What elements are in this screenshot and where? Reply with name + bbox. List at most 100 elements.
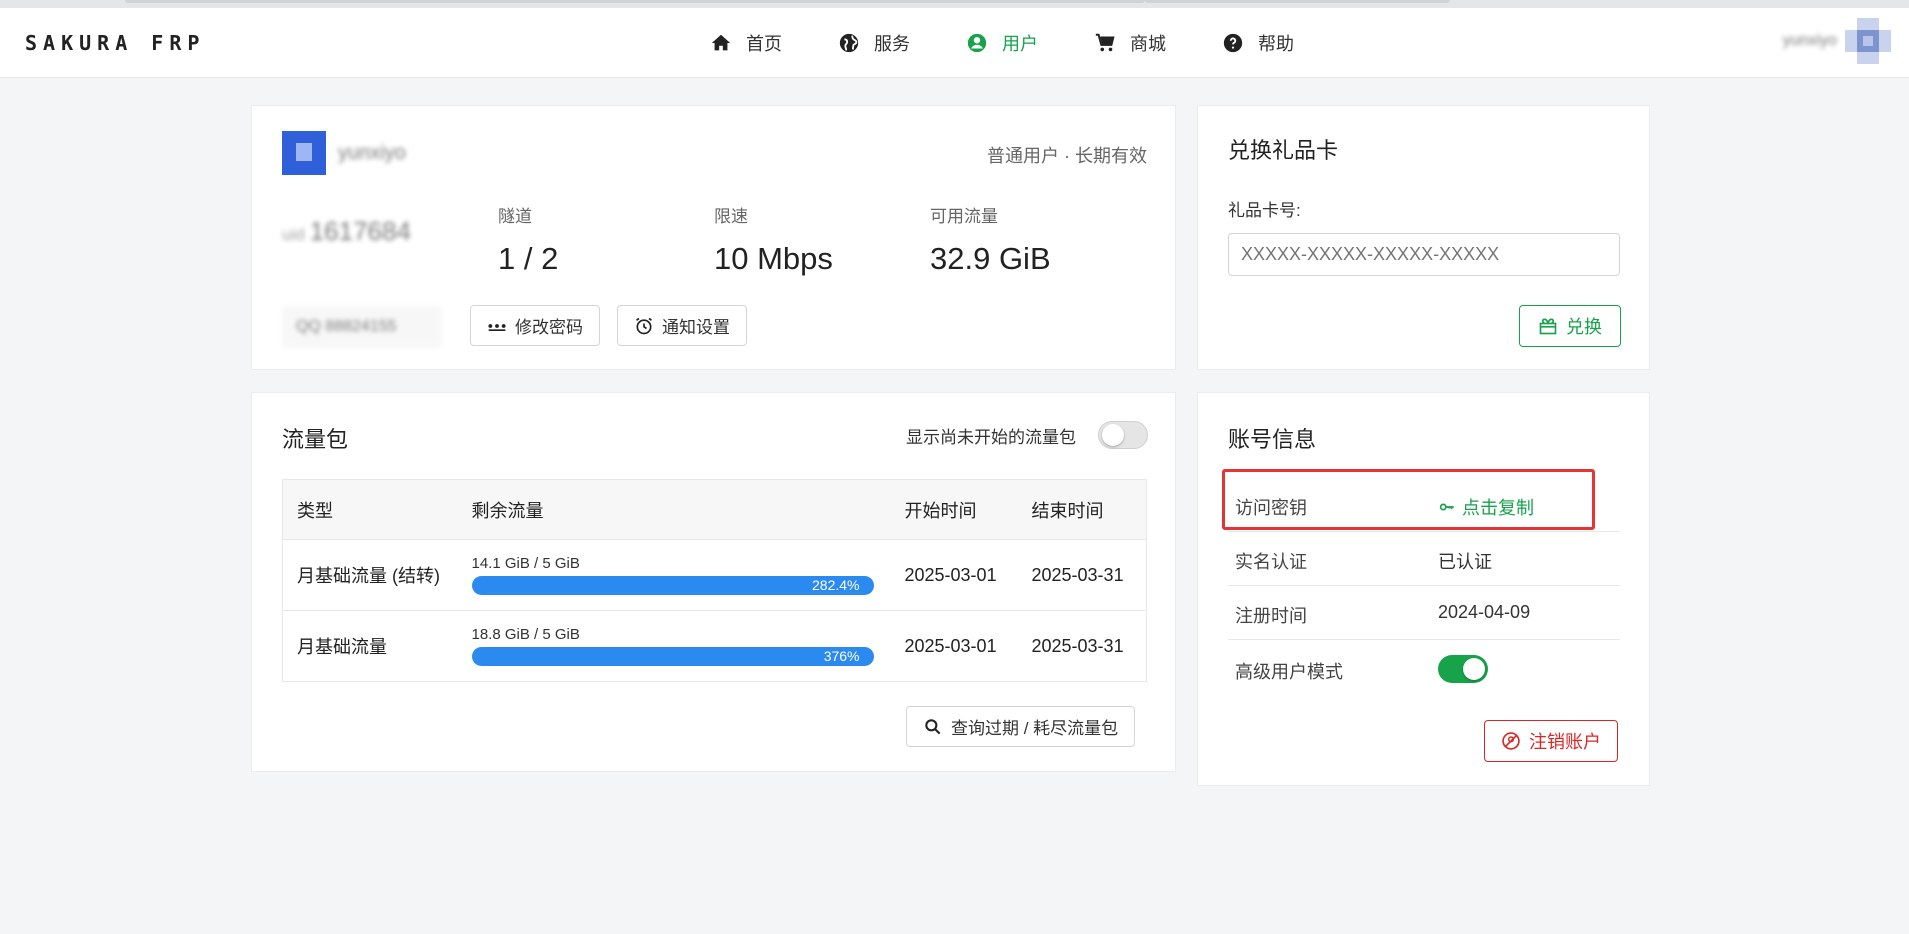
delete-account-label: 注销账户 (1529, 732, 1601, 752)
info-row-advanced-mode: 高级用户模式 (1228, 640, 1620, 696)
nav-username: yunxiyo (1782, 32, 1837, 49)
col-end: 结束时间 (1017, 479, 1147, 540)
main-menu: 首页 服务 用户 商城 帮助 (710, 28, 1350, 58)
user-avatar-icon (1845, 18, 1891, 64)
browser-frame-top (0, 0, 1909, 8)
traffic-table: 类型 剩余流量 开始时间 结束时间 月基础流量 (结转) 14.1 GiB / … (282, 479, 1147, 682)
help-icon (1223, 33, 1243, 53)
nav-services-label: 服务 (874, 34, 910, 54)
row-end: 2025-03-31 (1017, 539, 1147, 611)
stat-tunnels: 隧道 1 / 2 (498, 202, 558, 277)
stat-traffic-value: 32.9 GiB (930, 241, 1051, 276)
nav-user[interactable]: 用户 (966, 28, 1038, 58)
info-row-register-time: 注册时间 2024-04-09 (1228, 586, 1620, 640)
notify-settings-label: 通知设置 (662, 318, 730, 337)
user-circle-icon (967, 33, 987, 53)
info-row-verification: 实名认证 已认证 (1228, 532, 1620, 586)
nav-shop[interactable]: 商城 (1094, 28, 1166, 58)
nav-home-label: 首页 (746, 34, 782, 54)
cart-icon (1095, 33, 1115, 52)
gift-card-label: 礼品卡号: (1228, 201, 1301, 220)
alarm-clock-icon (636, 317, 652, 334)
row-end: 2025-03-31 (1031, 635, 1124, 656)
access-key-label: 访问密钥 (1235, 498, 1307, 518)
table-header-row: 类型 剩余流量 开始时间 结束时间 (282, 479, 1147, 540)
account-menu[interactable]: yunxiyo (1783, 18, 1891, 64)
usage-text: 18.8 GiB / 5 GiB (471, 626, 580, 643)
table-row: 月基础流量 (结转) 14.1 GiB / 5 GiB 282.4% 2025-… (282, 539, 1147, 611)
stat-traffic: 可用流量 32.9 GiB (930, 202, 1051, 277)
brand-logo[interactable]: SAKURA FRP (25, 31, 205, 55)
browser-tab-shadow (1145, 0, 1450, 3)
col-type: 类型 (282, 479, 458, 540)
row-remaining: 14.1 GiB / 5 GiB 282.4% (457, 539, 891, 611)
key-icon (1439, 503, 1454, 511)
stat-speed: 限速 10 Mbps (714, 202, 833, 277)
advanced-mode-toggle[interactable] (1438, 655, 1488, 683)
nav-shop-label: 商城 (1130, 34, 1166, 54)
register-time-value: 2024-04-09 (1438, 602, 1531, 622)
row-start: 2025-03-01 (904, 635, 997, 656)
top-navbar: SAKURA FRP 首页 服务 用户 商城 帮助 yunxiyo (0, 8, 1909, 78)
user-avatar (282, 131, 326, 175)
copy-access-key-link[interactable]: 点击复制 (1438, 494, 1534, 520)
show-pending-toggle[interactable] (1098, 421, 1148, 449)
nav-user-label: 用户 (1002, 34, 1038, 54)
register-time-label: 注册时间 (1235, 606, 1307, 626)
nav-help[interactable]: 帮助 (1222, 28, 1294, 58)
change-password-label: 修改密码 (515, 318, 583, 337)
gift-card-input[interactable] (1228, 233, 1620, 276)
gift-card-title: 兑换礼品卡 (1228, 138, 1339, 163)
info-row-access-key: 访问密钥 点击复制 (1228, 478, 1620, 532)
account-info-panel: 账号信息 访问密钥 点击复制 实名认证 已认证 注册时间 2024-04-09 … (1197, 392, 1650, 786)
delete-account-button[interactable]: 注销账户 (1484, 720, 1618, 762)
usage-progress-bar: 376% (471, 647, 874, 666)
verification-value: 已认证 (1438, 552, 1492, 572)
traffic-title: 流量包 (282, 427, 349, 452)
account-title: 账号信息 (1228, 427, 1317, 452)
nav-services[interactable]: 服务 (838, 28, 910, 58)
row-type: 月基础流量 (297, 637, 387, 657)
stat-tunnels-label: 隧道 (498, 207, 532, 226)
copy-access-key-label: 点击复制 (1462, 498, 1534, 518)
show-pending-label: 显示尚未开始的流量包 (906, 428, 1076, 447)
browser-tab-shadow (125, 0, 1145, 3)
stat-traffic-label: 可用流量 (930, 207, 998, 226)
contact-info: QQ 88824155 (282, 306, 442, 348)
traffic-packages-panel: 流量包 显示尚未开始的流量包 类型 剩余流量 开始时间 结束时间 月基础流量 (… (251, 392, 1176, 772)
stat-uid-value: 1617684 (309, 216, 411, 246)
globe-icon (839, 33, 859, 53)
user-card: yunxiyo 普通用户 · 长期有效 uid 1617684 隧道 1 / 2… (251, 105, 1176, 370)
col-start: 开始时间 (890, 479, 1018, 540)
query-expired-button[interactable]: 查询过期 / 耗尽流量包 (906, 706, 1136, 747)
gift-card-panel: 兑换礼品卡 礼品卡号: 兑换 (1197, 105, 1650, 370)
table-row: 月基础流量 18.8 GiB / 5 GiB 376% 2025-03-01 2… (283, 611, 1147, 682)
redeem-label: 兑换 (1566, 317, 1602, 337)
redeem-button[interactable]: 兑换 (1519, 305, 1621, 347)
search-icon (925, 718, 941, 734)
user-name: yunxiyo (338, 141, 406, 164)
nav-home[interactable]: 首页 (710, 28, 782, 58)
query-expired-label: 查询过期 / 耗尽流量包 (951, 719, 1119, 738)
stat-uid: uid 1617684 (282, 202, 411, 247)
stat-uid-label: uid (282, 225, 305, 244)
toggle-knob (1102, 424, 1124, 446)
notify-settings-button[interactable]: 通知设置 (617, 305, 747, 346)
home-icon (711, 34, 731, 51)
user-identity: yunxiyo (282, 131, 406, 175)
col-remaining: 剩余流量 (457, 479, 891, 540)
advanced-mode-label: 高级用户模式 (1235, 662, 1343, 682)
row-type: 月基础流量 (结转) (282, 539, 458, 611)
row-start: 2025-03-01 (890, 539, 1018, 611)
gift-icon (1539, 318, 1557, 335)
stat-speed-value: 10 Mbps (714, 241, 833, 276)
row-remaining: 18.8 GiB / 5 GiB 376% (458, 611, 891, 682)
nav-help-label: 帮助 (1258, 34, 1294, 54)
usage-progress-bar: 282.4% (471, 576, 874, 595)
verification-label: 实名认证 (1235, 552, 1307, 572)
user-role: 普通用户 · 长期有效 (987, 146, 1147, 166)
change-password-button[interactable]: 修改密码 (470, 305, 600, 346)
usage-text: 14.1 GiB / 5 GiB (471, 555, 580, 572)
user-slash-icon (1502, 732, 1520, 750)
stat-tunnels-value: 1 / 2 (498, 241, 559, 276)
